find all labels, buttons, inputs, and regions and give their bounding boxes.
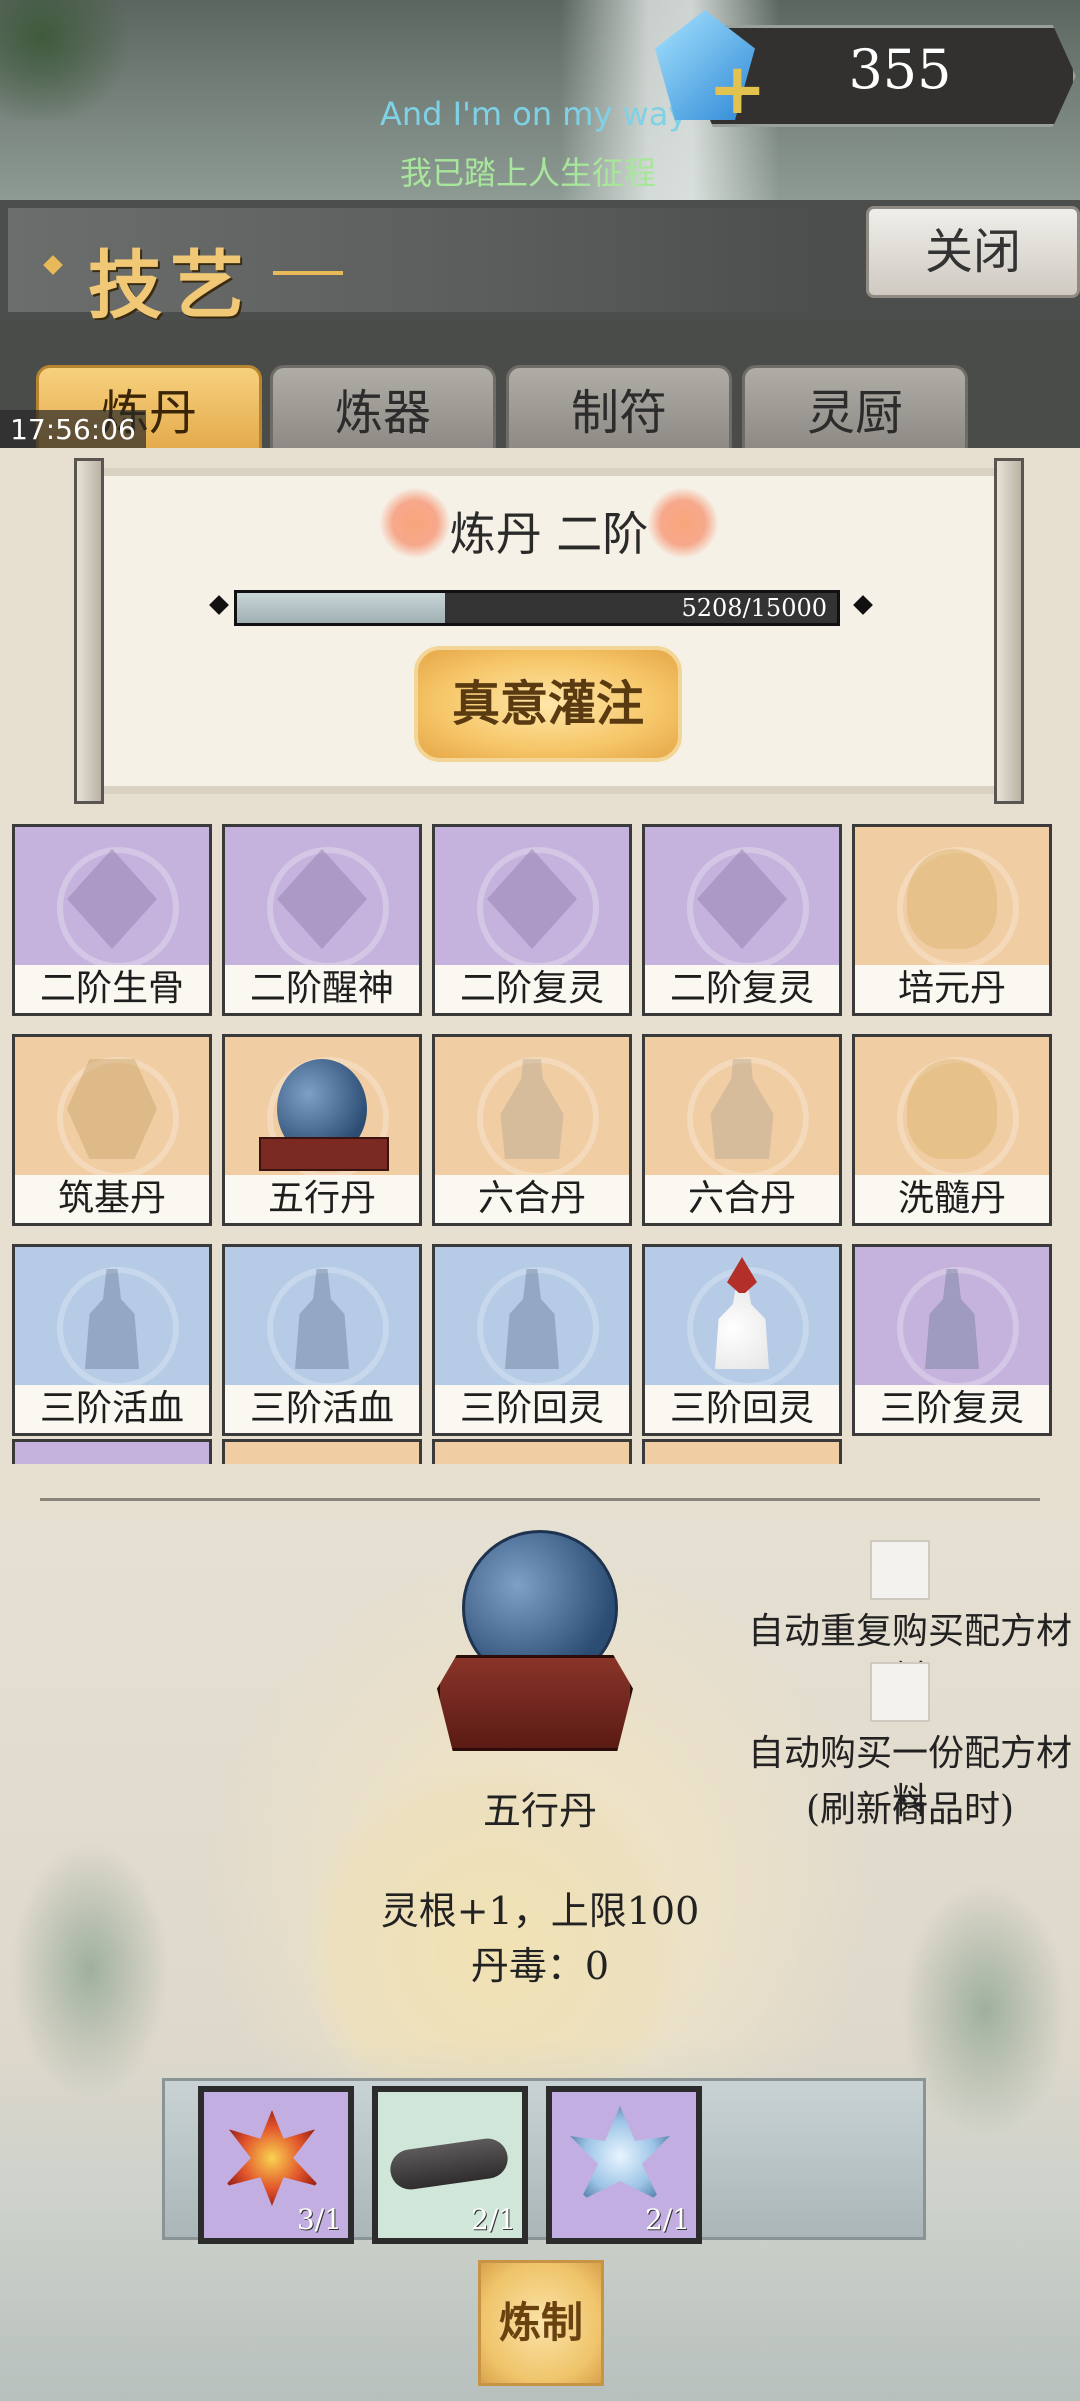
add-currency-icon[interactable]: + bbox=[708, 48, 767, 130]
recipe-art bbox=[225, 1442, 419, 1464]
item-toxicity: 丹毒：0 bbox=[470, 1944, 610, 1988]
recipe-label: 五行丹 bbox=[225, 1175, 419, 1223]
orb-pill-icon bbox=[907, 1059, 997, 1159]
recipe-art bbox=[435, 1247, 629, 1389]
recipe-art bbox=[225, 1037, 419, 1179]
recipe-card[interactable]: 筑基丹 bbox=[12, 1034, 212, 1226]
recipe-card[interactable]: 二阶生骨 bbox=[12, 824, 212, 1016]
recipe-art bbox=[225, 1247, 419, 1389]
recipe-card[interactable]: 培元丹 bbox=[852, 824, 1052, 1016]
material-count: 3/1 bbox=[296, 2203, 342, 2236]
recipe-card[interactable]: 六合丹 bbox=[432, 1034, 632, 1226]
rank-scroll-panel: 炼丹 二阶 5208/15000 真意灌注 bbox=[74, 458, 1024, 804]
close-button[interactable]: 关闭 bbox=[866, 206, 1080, 298]
clock-overlay: 17:56:06 bbox=[0, 410, 146, 450]
recipe-art bbox=[645, 1247, 839, 1389]
recipe-label: 六合丹 bbox=[435, 1175, 629, 1223]
pill-stand bbox=[437, 1655, 633, 1751]
title-plate: 技艺 bbox=[8, 208, 828, 329]
recipe-card[interactable]: 三阶复灵 bbox=[852, 1244, 1052, 1436]
page-title: 技艺 bbox=[88, 243, 252, 329]
recipe-card[interactable]: 二阶复灵 bbox=[432, 824, 632, 1016]
recipe-label: 三阶复灵 bbox=[855, 1385, 1049, 1433]
recipe-art bbox=[15, 827, 209, 969]
material-slot[interactable]: 2/1 bbox=[546, 2086, 702, 2244]
red-flame-flower-icon bbox=[224, 2110, 320, 2206]
recipe-label: 洗髓丹 bbox=[855, 1175, 1049, 1223]
lyric-english: And I'm on my way bbox=[380, 95, 688, 133]
recipe-card-partial[interactable] bbox=[432, 1439, 632, 1464]
recipe-art bbox=[435, 827, 629, 969]
tab-cooking[interactable]: 灵厨 bbox=[742, 365, 968, 455]
material-slot[interactable]: 2/1 bbox=[372, 2086, 528, 2244]
recipe-card-partial[interactable] bbox=[642, 1439, 842, 1464]
recipe-label: 六合丹 bbox=[645, 1175, 839, 1223]
recipe-art bbox=[855, 1037, 1049, 1179]
blue-lotus-icon bbox=[570, 2106, 670, 2201]
tab-forging[interactable]: 炼器 bbox=[270, 365, 496, 455]
pill-stand bbox=[259, 1137, 389, 1171]
recipe-card[interactable]: 五行丹 bbox=[222, 1034, 422, 1226]
recipe-label: 筑基丹 bbox=[15, 1175, 209, 1223]
material-slot[interactable]: 3/1 bbox=[198, 2086, 354, 2244]
rank-title: 炼丹 二阶 bbox=[449, 507, 649, 561]
recipe-art bbox=[645, 1442, 839, 1464]
recipe-card[interactable]: 三阶活血 bbox=[222, 1244, 422, 1436]
item-effect: 灵根+1，上限100 bbox=[380, 1889, 700, 1933]
recipe-label: 二阶复灵 bbox=[435, 965, 629, 1013]
recipe-art bbox=[855, 827, 1049, 969]
auto-repeat-buy-checkbox[interactable] bbox=[870, 1540, 930, 1600]
recipe-art bbox=[645, 827, 839, 969]
recipe-label: 二阶复灵 bbox=[645, 965, 839, 1013]
recipe-card[interactable]: 三阶活血 bbox=[12, 1244, 212, 1436]
infuse-button[interactable]: 真意灌注 bbox=[414, 646, 682, 762]
title-underline bbox=[273, 271, 343, 275]
recipe-card[interactable]: 二阶醒神 bbox=[222, 824, 422, 1016]
recipe-label: 培元丹 bbox=[855, 965, 1049, 1013]
recipe-label: 三阶回灵 bbox=[435, 1385, 629, 1433]
recipe-art bbox=[435, 1442, 629, 1464]
recipe-card[interactable]: 六合丹 bbox=[642, 1034, 842, 1226]
progress-text: 5208/15000 bbox=[681, 594, 827, 622]
recipe-art bbox=[15, 1442, 209, 1464]
lyric-chinese: 我已踏上人生征程 bbox=[400, 154, 657, 192]
divider bbox=[40, 1498, 1040, 1501]
tab-talisman[interactable]: 制符 bbox=[506, 365, 732, 455]
rank-progress-bar: 5208/15000 bbox=[234, 590, 840, 626]
recipe-card[interactable]: 二阶复灵 bbox=[642, 824, 842, 1016]
material-count: 2/1 bbox=[470, 2203, 516, 2236]
craft-button[interactable]: 炼制 bbox=[478, 2260, 604, 2386]
orb-pill-icon bbox=[907, 849, 997, 949]
recipe-label: 三阶活血 bbox=[15, 1385, 209, 1433]
recipe-art bbox=[15, 1037, 209, 1179]
currency-amount: 355 bbox=[848, 38, 952, 101]
recipe-art bbox=[15, 1247, 209, 1389]
leaves-decoration bbox=[0, 0, 140, 120]
auto-buy-once-checkbox[interactable] bbox=[870, 1662, 930, 1722]
recipe-label: 三阶活血 bbox=[225, 1385, 419, 1433]
recipe-grid: 二阶生骨 二阶醒神 二阶复灵 二阶复灵 培元丹 筑基丹 五行丹 六合丹 六合丹 洗髓丹 三阶活血 三阶… bbox=[12, 824, 1052, 1464]
recipe-card-partial[interactable] bbox=[222, 1439, 422, 1464]
auto-buy-once-note: (刷新商品时) bbox=[805, 1789, 1015, 1830]
recipe-label: 三阶回灵 bbox=[645, 1385, 839, 1433]
recipe-label: 二阶生骨 bbox=[15, 965, 209, 1013]
recipe-card-partial[interactable] bbox=[12, 1439, 212, 1464]
diamond-ornament-icon bbox=[43, 255, 63, 275]
material-count: 2/1 bbox=[644, 2203, 690, 2236]
recipe-art bbox=[225, 827, 419, 969]
recipe-art bbox=[645, 1037, 839, 1179]
progress-fill bbox=[237, 593, 446, 623]
recipe-card[interactable]: 三阶回灵 bbox=[642, 1244, 842, 1436]
recipe-art bbox=[435, 1037, 629, 1179]
recipe-art bbox=[855, 1247, 1049, 1389]
recipe-label: 二阶醒神 bbox=[225, 965, 419, 1013]
charred-log-icon bbox=[387, 2135, 511, 2193]
selected-pill-icon bbox=[432, 1530, 633, 1760]
recipe-card[interactable]: 三阶回灵 bbox=[432, 1244, 632, 1436]
recipe-card[interactable]: 洗髓丹 bbox=[852, 1034, 1052, 1226]
